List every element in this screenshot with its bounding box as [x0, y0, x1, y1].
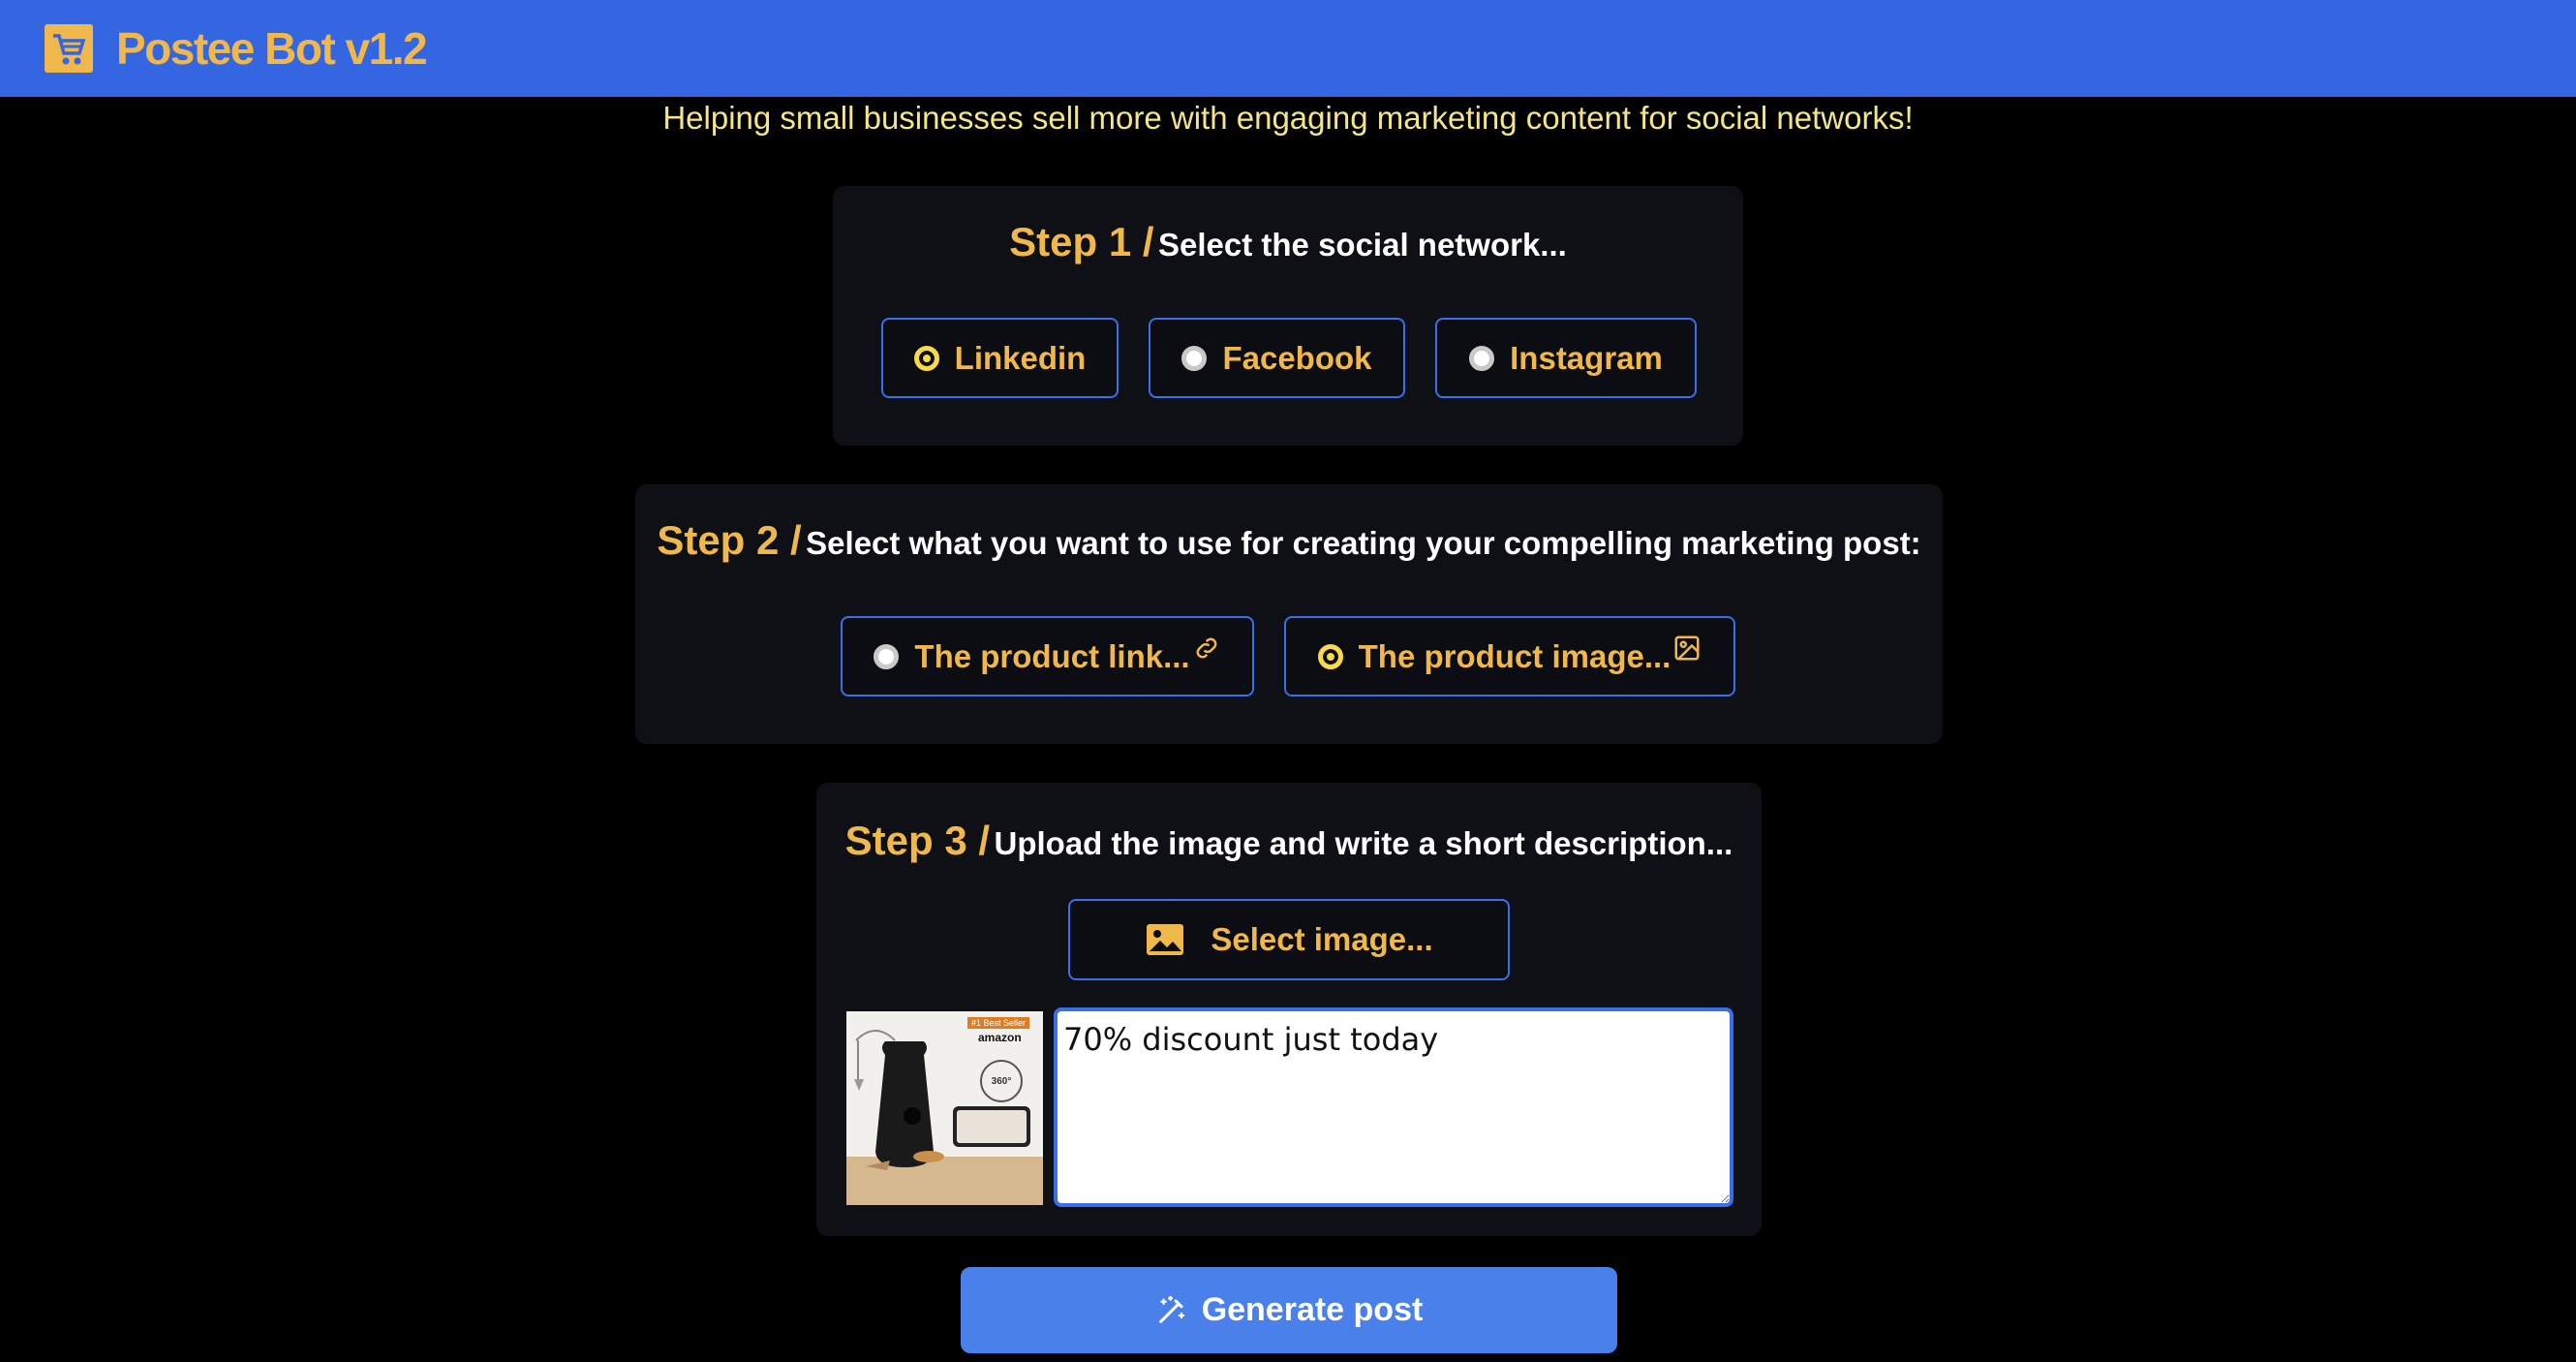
step1-text: Select the social network...	[1158, 227, 1567, 263]
phone-preview	[953, 1106, 1030, 1147]
radio-button[interactable]	[1181, 345, 1208, 371]
radio-button[interactable]	[1469, 345, 1495, 371]
magic-wand-icon	[1158, 1295, 1184, 1323]
image-icon	[1674, 635, 1700, 660]
radio-option-product-link[interactable]: The product link...	[841, 616, 1254, 696]
generate-post-label: Generate post	[1201, 1291, 1424, 1328]
radio-option-facebook[interactable]: Facebook	[1149, 318, 1405, 398]
radio-option-linkedin[interactable]: Linkedin	[881, 318, 1119, 398]
option-label: Instagram	[1510, 339, 1663, 376]
brand-label: amazon	[978, 1031, 1022, 1044]
tagline: Helping small businesses sell more with …	[662, 100, 1914, 136]
step2-panel: Step 2 / Select what you want to use for…	[635, 484, 1943, 744]
step1-panel: Step 1 / Select the social network... Li…	[833, 186, 1743, 446]
option-label: The product image...	[1358, 637, 1671, 674]
best-seller-badge: #1 Best Seller	[967, 1017, 1030, 1029]
step1-number: Step 1 /	[1009, 219, 1154, 264]
step2-text: Select what you want to use for creating…	[806, 525, 1921, 561]
select-image-label: Select image...	[1211, 921, 1433, 957]
description-input[interactable]: 70% discount just today	[1054, 1007, 1733, 1207]
product-thumbnail: #1 Best Seller amazon 360°	[846, 1011, 1043, 1205]
rotation-seal: 360°	[980, 1060, 1023, 1102]
step2-number: Step 2 /	[657, 517, 802, 563]
step1-title: Step 1 / Select the social network...	[833, 219, 1743, 265]
link-icon	[1196, 637, 1217, 658]
option-label: Linkedin	[954, 339, 1087, 376]
app-title: Postee Bot v1.2	[116, 23, 428, 74]
option-label: The product link...	[914, 637, 1190, 674]
step2-title: Step 2 / Select what you want to use for…	[635, 517, 1943, 564]
radio-button-selected[interactable]	[913, 345, 939, 371]
select-image-button[interactable]: Select image...	[1068, 899, 1510, 980]
generate-post-button[interactable]: Generate post	[961, 1267, 1617, 1353]
radio-option-product-image[interactable]: The product image...	[1284, 616, 1735, 696]
step3-text: Upload the image and write a short descr…	[994, 825, 1733, 861]
cart-logo-icon	[45, 24, 93, 73]
radio-option-instagram[interactable]: Instagram	[1435, 318, 1697, 398]
seal-label: 360°	[991, 1075, 1012, 1087]
image-icon	[1147, 924, 1184, 955]
step3-title: Step 3 / Upload the image and write a sh…	[816, 818, 1762, 864]
radio-button[interactable]	[874, 643, 900, 669]
app-header: Postee Bot v1.2	[0, 0, 2576, 97]
radio-button-selected[interactable]	[1317, 643, 1343, 669]
option-label: Facebook	[1222, 339, 1372, 376]
step3-number: Step 3 /	[844, 818, 991, 863]
